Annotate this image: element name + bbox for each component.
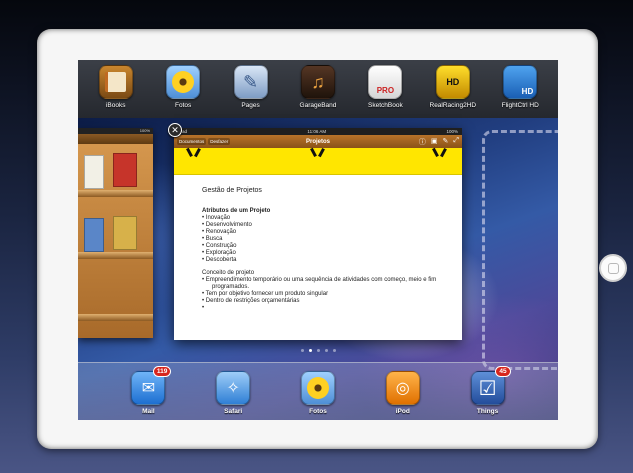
- app-safari[interactable]: ✧ Safari: [204, 371, 262, 420]
- document-navbar: Documentos Desfazer Projetos ⓘ ▣ ✎ ⤢: [174, 135, 462, 148]
- app-realracing[interactable]: HD RealRacing2HD: [424, 65, 482, 109]
- app-pages[interactable]: ✎ Pages: [222, 65, 280, 109]
- app-label: iPod: [395, 408, 410, 415]
- home-square-icon: [607, 262, 619, 274]
- list-item: Construção: [202, 243, 462, 250]
- ibooks-toolbar: [78, 134, 153, 144]
- status-battery: 100%: [446, 129, 458, 134]
- list-item: Exploração: [202, 250, 462, 257]
- app-label: Things: [476, 408, 499, 415]
- app-sketchbook[interactable]: PRO SketchBook: [356, 65, 414, 109]
- page-dot: [332, 349, 336, 352]
- pages-icon: ✎: [233, 65, 268, 99]
- attribute-list: Inovação Desenvolvimento Renovação Busca…: [202, 215, 462, 264]
- book-cover[interactable]: [84, 155, 104, 189]
- sketchbook-icon-text: PRO: [376, 86, 395, 95]
- list-item: Desenvolvimento: [202, 222, 462, 229]
- safari-icon: ✧: [216, 371, 251, 405]
- app-garageband[interactable]: ♫ GarageBand: [289, 65, 347, 109]
- app-label: GarageBand: [299, 102, 337, 109]
- app-label: FlightCtrl HD: [501, 102, 539, 109]
- page-dot: [324, 349, 328, 352]
- app-ipod[interactable]: ◎ iPod: [374, 371, 432, 420]
- app-flightcontrol[interactable]: HD FlightCtrl HD: [491, 65, 549, 109]
- status-bar: iPad 11:06 AM 100%: [174, 128, 462, 135]
- notification-badge: 119: [152, 366, 172, 377]
- pages-app-card[interactable]: iPad 11:06 AM 100% Documentos Desfazer P…: [174, 128, 462, 340]
- bookshelf: [78, 314, 153, 321]
- notification-badge: 45: [495, 366, 511, 377]
- photos-icon: [300, 371, 335, 405]
- binder-clip-icon: [186, 148, 200, 157]
- list-item: Empreendimento temporário ou uma sequênc…: [202, 277, 462, 284]
- notebook-header: [174, 148, 462, 175]
- concept-list: Empreendimento temporário ou uma sequênc…: [202, 277, 462, 312]
- book-cover[interactable]: [84, 218, 104, 252]
- bookshelf: [78, 252, 153, 259]
- home-button[interactable]: [599, 254, 627, 282]
- app-label: Pages: [241, 102, 260, 109]
- binder-clip-icon: [310, 148, 324, 157]
- tools-icon[interactable]: ✎: [443, 137, 449, 147]
- garageband-icon: ♫: [300, 65, 335, 99]
- app-label: SketchBook: [368, 102, 403, 109]
- app-label: iBooks: [105, 102, 126, 109]
- app-mail[interactable]: ✉ 119 Mail: [119, 366, 177, 420]
- list-item: Descoberta: [202, 257, 462, 264]
- ipod-icon: ◎: [385, 371, 420, 405]
- bookshelf: [78, 190, 153, 197]
- flightcontrol-icon-text: HD: [521, 87, 534, 96]
- app-ibooks[interactable]: iBooks: [87, 65, 145, 109]
- list-item: Renovação: [202, 229, 462, 236]
- section-heading: Conceito de projeto: [202, 270, 255, 276]
- photos-icon: [166, 65, 201, 99]
- book-cover[interactable]: [113, 153, 137, 187]
- binder-clip-icon: [432, 148, 446, 157]
- fullscreen-icon[interactable]: ⤢: [453, 137, 459, 147]
- sketchbook-icon: PRO: [368, 65, 403, 99]
- document-body[interactable]: Gestão de Projetos Atributos de um Proje…: [174, 175, 462, 312]
- list-item: Tem por objetivo fornecer um produto sin…: [202, 291, 462, 298]
- info-icon[interactable]: ⓘ: [419, 137, 426, 147]
- dock: ✉ 119 Mail ✧ Safari Fotos ◎ iPod ☑ 45 Th…: [78, 362, 558, 420]
- realracing-icon: HD: [435, 65, 470, 99]
- app-label: RealRacing2HD: [429, 102, 477, 109]
- list-item: Dentro de restrições orçamentárias: [202, 298, 462, 305]
- app-label: Fotos: [309, 408, 327, 415]
- ipad-screen: iBooks Fotos ✎ Pages ♫ GarageBand PRO Sk…: [78, 60, 558, 420]
- book-cover[interactable]: [113, 216, 137, 250]
- page-dot: [300, 349, 304, 352]
- multitasking-bar: iBooks Fotos ✎ Pages ♫ GarageBand PRO Sk…: [78, 60, 558, 118]
- page-indicator[interactable]: [78, 349, 558, 352]
- section-heading: Atributos de um Projeto: [202, 208, 271, 214]
- page-dot-active: [308, 349, 312, 352]
- realracing-icon-text: HD: [446, 77, 460, 87]
- app-label: Mail: [142, 408, 155, 415]
- documents-button[interactable]: Documentos: [177, 138, 207, 145]
- close-icon[interactable]: ✕: [168, 123, 182, 137]
- empty-app-slot: [482, 130, 558, 370]
- undo-button[interactable]: Desfazer: [208, 138, 231, 145]
- ibooks-app-card[interactable]: 100%: [78, 128, 153, 338]
- flightcontrol-icon: HD: [503, 65, 538, 99]
- app-things[interactable]: ☑ 45 Things: [459, 366, 517, 420]
- app-fotos-dock[interactable]: Fotos: [289, 371, 347, 420]
- ibooks-icon: [98, 65, 133, 99]
- media-icon[interactable]: ▣: [431, 137, 438, 147]
- app-fotos[interactable]: Fotos: [154, 65, 212, 109]
- page-dot: [316, 349, 320, 352]
- list-item: Inovação: [202, 215, 462, 222]
- app-label: Fotos: [174, 102, 192, 109]
- list-item: Busca: [202, 236, 462, 243]
- app-label: Safari: [224, 408, 243, 415]
- doc-heading: Gestão de Projetos: [202, 187, 262, 194]
- list-item-continuation: programados.: [212, 284, 250, 290]
- status-time: 11:06 AM: [307, 129, 327, 134]
- list-item: [202, 305, 462, 312]
